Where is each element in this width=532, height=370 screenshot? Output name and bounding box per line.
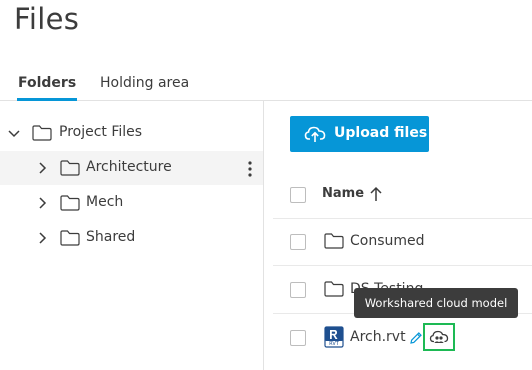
- sort-ascending-icon[interactable]: [369, 186, 383, 202]
- tab-holding-area[interactable]: Holding area: [100, 75, 189, 99]
- tab-folders[interactable]: Folders: [16, 75, 78, 101]
- list-item-arch-rvt[interactable]: RVT Arch.rvt: [273, 314, 532, 361]
- folder-icon: [60, 160, 80, 176]
- upload-files-label: Upload files: [334, 125, 428, 141]
- cloud-users-icon[interactable]: [429, 329, 449, 345]
- chevron-right-icon[interactable]: [34, 230, 50, 246]
- item-name[interactable]: Arch.rvt: [350, 329, 406, 345]
- list-item-consumed[interactable]: Consumed: [273, 218, 532, 266]
- row-checkbox[interactable]: [290, 234, 306, 250]
- item-name[interactable]: Consumed: [350, 233, 425, 249]
- tree-item-label: Project Files: [59, 124, 143, 140]
- tooltip-text: Workshared cloud model: [364, 296, 508, 310]
- chevron-right-icon[interactable]: [34, 160, 50, 176]
- folder-icon: [324, 281, 344, 297]
- upload-files-button[interactable]: Upload files: [290, 116, 429, 152]
- chevron-right-icon[interactable]: [34, 195, 50, 211]
- page-title: Files: [14, 2, 80, 36]
- tree-item-label: Shared: [86, 229, 136, 245]
- tree-item-shared[interactable]: Shared: [0, 221, 263, 255]
- file-type-badge: RVT: [329, 341, 339, 347]
- select-all-checkbox[interactable]: [290, 187, 306, 203]
- tree-item-label: Mech: [86, 194, 124, 210]
- more-options-icon[interactable]: [245, 160, 255, 178]
- tooltip: Workshared cloud model: [354, 288, 518, 318]
- tree-item-mech[interactable]: Mech: [0, 186, 263, 220]
- column-header-name[interactable]: Name: [322, 186, 364, 201]
- folder-icon: [60, 195, 80, 211]
- list-header: Name: [273, 171, 532, 219]
- chevron-down-icon[interactable]: [6, 125, 22, 141]
- folder-icon: [32, 125, 52, 141]
- tree-item-architecture[interactable]: Architecture: [0, 151, 263, 185]
- row-checkbox[interactable]: [290, 282, 306, 298]
- revit-file-icon: RVT: [324, 326, 344, 348]
- pencil-edit-icon[interactable]: [409, 330, 423, 344]
- row-checkbox[interactable]: [290, 330, 306, 346]
- tab-bar: Folders Holding area: [0, 70, 532, 101]
- cloud-upload-icon: [304, 124, 326, 144]
- folder-icon: [324, 233, 344, 249]
- tree-item-project-files[interactable]: Project Files: [0, 116, 263, 150]
- workshared-cloud-model-highlight[interactable]: [423, 323, 455, 351]
- folder-icon: [60, 230, 80, 246]
- tree-item-label: Architecture: [86, 159, 172, 175]
- panel-divider: [263, 101, 264, 370]
